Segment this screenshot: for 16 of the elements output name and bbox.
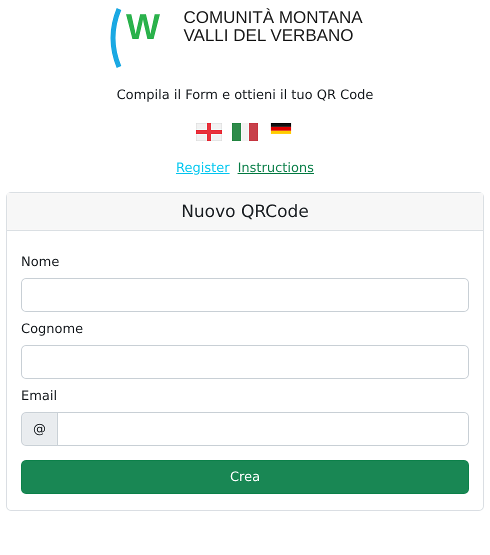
card-title: Nuovo QRCode [7,193,483,231]
input-field[interactable] [58,412,469,446]
tagline: Compila il Form e ottieni il tuo QR Code [116,88,374,103]
input-field[interactable] [21,278,469,312]
italy-flag-icon[interactable] [232,123,258,141]
logo-subtitle: VALLI DEL VERBANO [183,27,355,45]
create-button[interactable]: Crea [21,460,469,494]
logo-title: COMUNITÀ MONTANA [183,9,363,27]
england-flag-icon[interactable] [196,123,222,141]
germany-flag-icon[interactable] [268,123,294,137]
field-label: Email [21,389,58,404]
input-prefix: @ [21,412,58,446]
input-field[interactable] [21,345,469,379]
field-label: Nome [21,255,60,270]
field-label: Cognome [21,322,84,337]
nav-link[interactable]: Instructions [238,161,314,176]
